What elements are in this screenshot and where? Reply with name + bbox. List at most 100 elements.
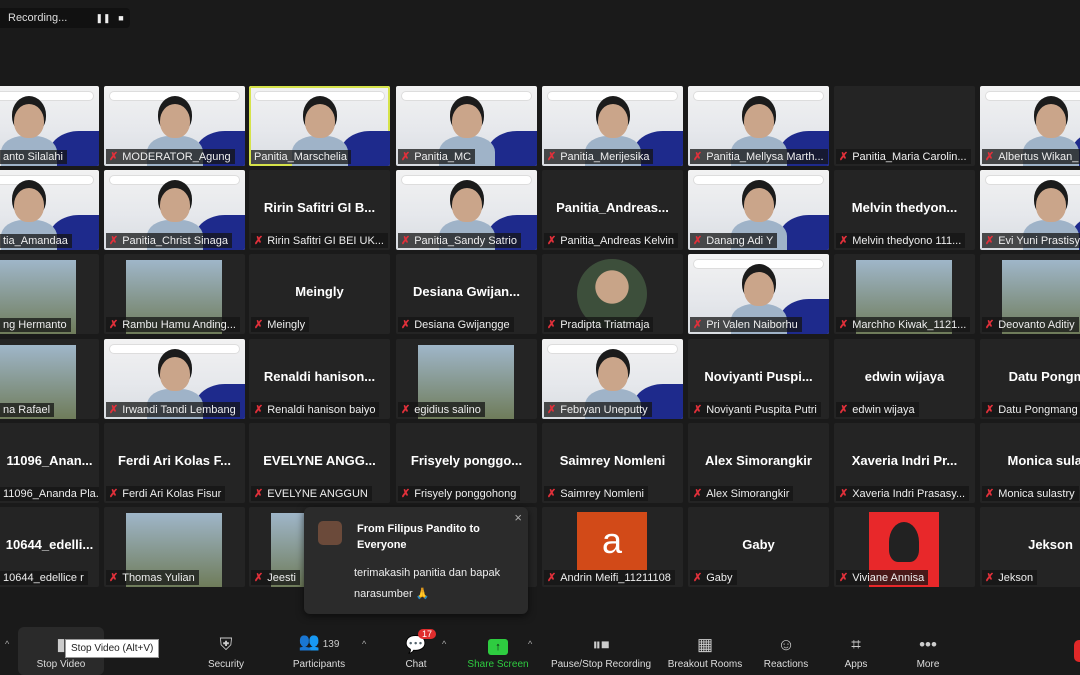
participant-display-name: Alex Simorangkir (705, 453, 812, 468)
apps-button[interactable]: ⌗ Apps (836, 627, 876, 675)
participant-tile[interactable]: Datu Pongma ✗Datu Pongmang (980, 339, 1080, 419)
more-button[interactable]: ••• More (908, 627, 948, 675)
participant-tile[interactable]: ✗ Panitia_Merijesika (542, 86, 683, 166)
chat-caret-icon[interactable]: ^ (442, 639, 446, 649)
participant-tile[interactable]: tia_Amandaa (0, 170, 99, 250)
muted-mic-icon: ✗ (839, 235, 849, 247)
participants-button[interactable]: 👥 139 Participants (284, 627, 354, 675)
participant-tile[interactable]: Meingly ✗ Meingly (249, 254, 390, 334)
reactions-button[interactable]: ☺ Reactions (758, 627, 814, 675)
muted-mic-icon: ✗ (109, 235, 119, 247)
muted-mic-icon: ✗ (547, 488, 557, 500)
share-caret-icon[interactable]: ^ (528, 639, 532, 649)
participant-tile[interactable]: Panitia_Andreas... ✗ Panitia_Andreas Kelvi… (542, 170, 683, 250)
participant-name: Panitia_Maria Carolin... (852, 150, 967, 163)
participant-tile[interactable]: ✗ Evi Yuni Prastisy (980, 170, 1080, 250)
participant-tile[interactable]: ✗ Albertus Wikan_ (980, 86, 1080, 166)
recording-label: Recording... (8, 12, 68, 24)
video-banner (694, 92, 823, 100)
video-head (743, 104, 774, 138)
participant-tile[interactable]: ✗ Panitia_Maria Carolin... (834, 86, 975, 166)
muted-mic-icon: ✗ (254, 235, 264, 247)
participant-tile[interactable]: Gaby ✗ Gaby (688, 507, 829, 587)
muted-mic-icon: ✗ (547, 572, 557, 584)
participant-tile[interactable]: ✗ Deovanto Aditiy (980, 254, 1080, 334)
security-button[interactable]: ⛨ Security (196, 627, 256, 675)
participant-tile[interactable]: a ✗ Andrin Meifi_11211108 (542, 507, 683, 587)
pause-stop-recording-button[interactable]: ⏸⏹ Pause/Stop Recording (548, 627, 654, 675)
participant-name-label: ✗ Thomas Yulian (106, 570, 199, 585)
participant-tile[interactable]: ✗ Irwandi Tandi Lembang (104, 339, 245, 419)
participant-tile[interactable]: Jekson ✗ Jekson (980, 507, 1080, 587)
participant-tile[interactable]: 11096_Anan... 11096_Ananda Pla... (0, 423, 99, 503)
participant-tile[interactable]: ✗ MODERATOR_Agung (104, 86, 245, 166)
participant-tile[interactable]: Frisyely ponggo... ✗ Frisyely ponggohong (396, 423, 537, 503)
participant-tile[interactable]: ✗ Panitia_Sandy Satrio (396, 170, 537, 250)
participant-tile[interactable]: ✗ Marchho Kiwak_1121... (834, 254, 975, 334)
participant-tile[interactable]: EVELYNE ANGG... ✗ EVELYNE ANGGUN (249, 423, 390, 503)
participant-tile[interactable]: Ririn Safitri GI B... ✗ Ririn Safitri GI B… (249, 170, 390, 250)
participant-name-label: ✗ Panitia_MC (398, 149, 476, 164)
security-label: Security (207, 659, 245, 670)
participant-tile[interactable]: anto Silalahi (0, 86, 99, 166)
breakout-rooms-button[interactable]: ▦ Breakout Rooms (664, 627, 746, 675)
video-banner (548, 92, 677, 100)
participant-tile[interactable]: Saimrey Nomleni ✗ Saimrey Nomleni (542, 423, 683, 503)
participant-display-name: Noviyanti Puspi... (704, 369, 813, 384)
participant-display-name: Renaldi hanison... (263, 369, 376, 384)
participant-name-label: ✗ edwin wijaya (836, 402, 919, 417)
participant-tile[interactable]: ✗ Panitia_Christ Sinaga (104, 170, 245, 250)
participant-tile[interactable]: ✗ Danang Adi Y (688, 170, 829, 250)
participant-tile[interactable]: ✗ Viviane Annisa (834, 507, 975, 587)
chat-button[interactable]: 💬 17 Chat (396, 627, 437, 675)
participant-name: Panitia_Andreas Kelvin (560, 234, 674, 247)
participant-picture: a (577, 512, 647, 570)
participant-tile[interactable]: edwin wijaya ✗ edwin wijaya (834, 339, 975, 419)
participant-tile[interactable]: Renaldi hanison... ✗ Renaldi hanison baiyo (249, 339, 390, 419)
video-head (597, 357, 628, 391)
shield-icon: ⛨ (219, 635, 233, 654)
muted-mic-icon: ✗ (109, 488, 119, 500)
participant-tile[interactable]: Alex Simorangkir ✗ Alex Simorangkir (688, 423, 829, 503)
participant-tile[interactable]: Ferdi Ari Kolas F... ✗ Ferdi Ari Kolas Fis… (104, 423, 245, 503)
chat-notification[interactable]: From Filipus Pandito to Everyone terimak… (304, 507, 528, 614)
participant-tile[interactable]: ✗ egidius salino (396, 339, 537, 419)
participant-tile[interactable]: 10644_edelli... 10644_edellice r (0, 507, 99, 587)
participant-tile[interactable]: Panitia_Marschelia (249, 86, 390, 166)
participant-tile[interactable]: ✗ Rambu Hamu Anding... (104, 254, 245, 334)
muted-mic-icon: ✗ (693, 404, 703, 416)
participant-tile[interactable]: ng Hermanto (0, 254, 99, 334)
participant-display-name: edwin wijaya (864, 369, 945, 384)
participant-tile[interactable]: Monica sulast ✗Monica sulastry (980, 423, 1080, 503)
close-icon[interactable]: × (514, 510, 522, 525)
video-head (451, 188, 482, 222)
participant-tile[interactable]: ✗ Thomas Yulian (104, 507, 245, 587)
participant-tile[interactable]: na Rafael (0, 339, 99, 419)
participant-tile[interactable]: Noviyanti Puspi... ✗ Noviyanti Puspita Put… (688, 339, 829, 419)
participant-tile[interactable]: Melvin thedyon... ✗ Melvin thedyono 111... (834, 170, 975, 250)
chat-message: terimakasih panitia dan bapak narasumber… (354, 567, 501, 600)
video-wave (487, 131, 537, 166)
participant-tile[interactable]: ✗ Pri Valen Naiborhu (688, 254, 829, 334)
muted-mic-icon: ✗ (401, 319, 411, 331)
muted-mic-icon: ✗ (547, 235, 557, 247)
video-head (743, 188, 774, 222)
participants-caret-icon[interactable]: ^ (362, 639, 366, 649)
audio-caret-icon[interactable]: ^ (5, 639, 9, 649)
participant-tile[interactable]: ✗ Panitia_MC (396, 86, 537, 166)
grid-icon: ▦ (696, 635, 714, 654)
pause-icon[interactable]: ❚❚ (94, 13, 112, 24)
end-meeting-button[interactable] (1074, 640, 1080, 662)
participant-tile[interactable]: Desiana Gwijan... ✗ Desiana Gwijangge (396, 254, 537, 334)
muted-mic-icon: ✗ (985, 235, 995, 247)
stop-icon[interactable]: ■ (112, 13, 130, 23)
participant-name-label: ng Hermanto (0, 318, 71, 332)
participant-tile[interactable]: ✗ Pradipta Triatmaja (542, 254, 683, 334)
sender-avatar (318, 521, 342, 545)
participant-tile[interactable]: ✗ Panitia_Mellysa Marth... (688, 86, 829, 166)
participant-tile[interactable]: Xaveria Indri Pr... ✗ Xaveria Indri Prasas… (834, 423, 975, 503)
video-banner (402, 176, 531, 184)
share-screen-button[interactable]: ↑ Share Screen (466, 627, 530, 675)
participant-tile[interactable]: ✗ Febryan Uneputty (542, 339, 683, 419)
muted-mic-icon: ✗ (401, 488, 411, 500)
